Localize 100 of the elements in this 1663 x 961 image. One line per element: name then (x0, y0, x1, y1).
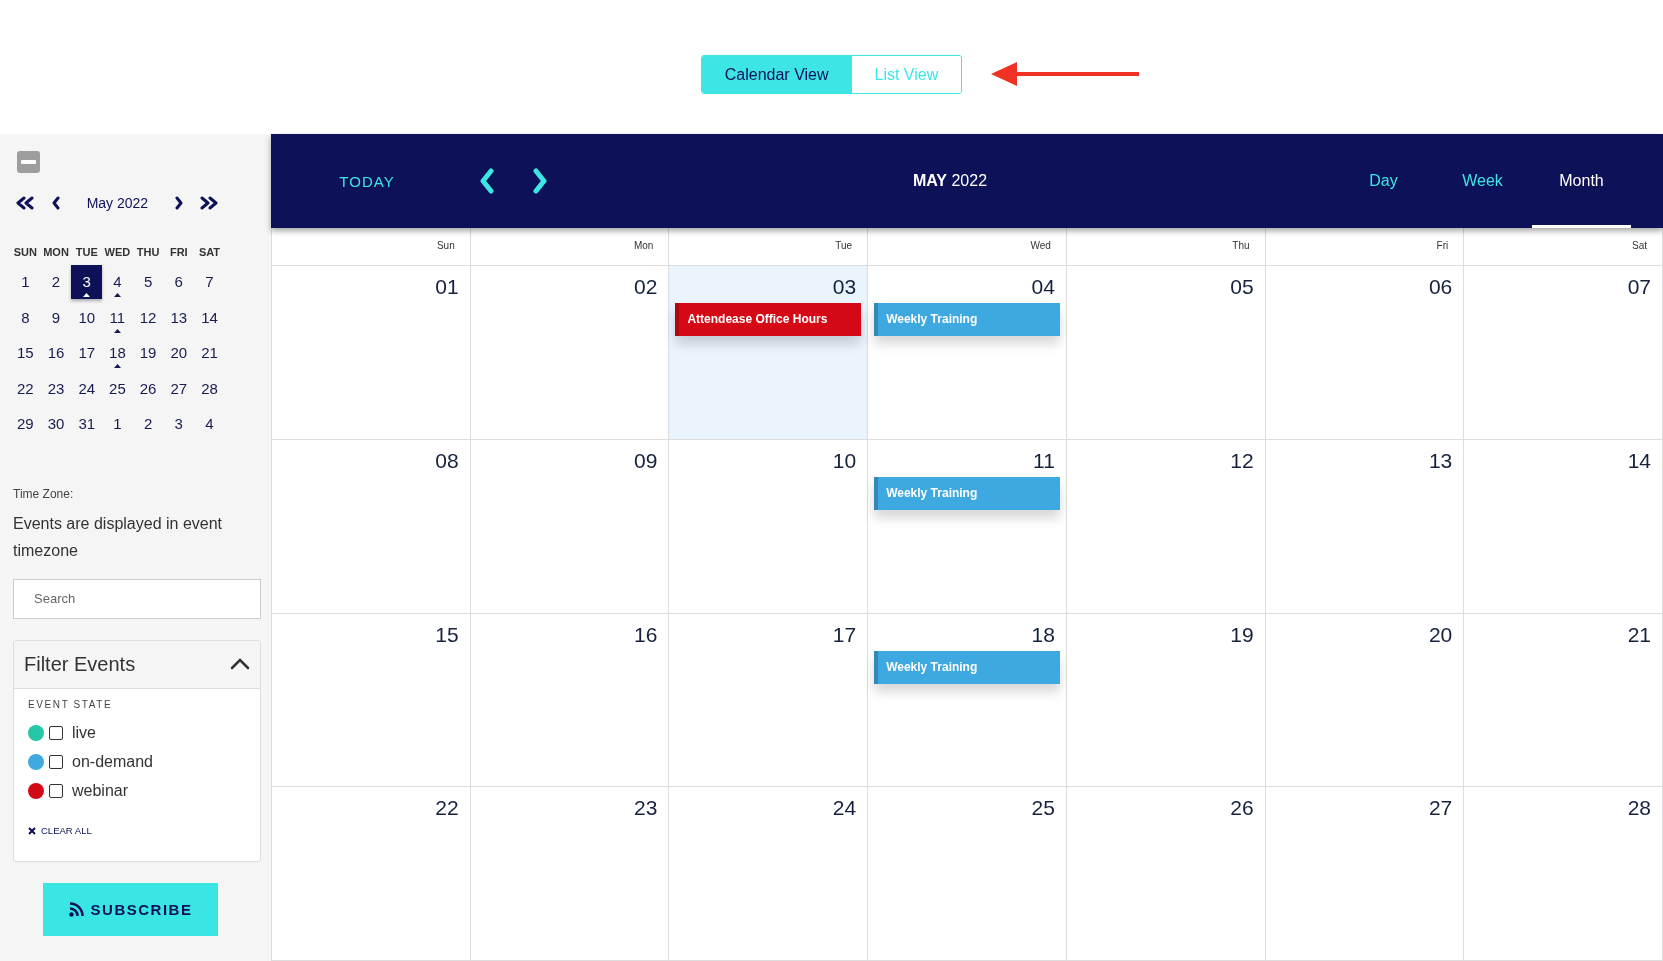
chevron-left-icon (479, 168, 495, 194)
calendar-day[interactable]: 30 (40, 407, 72, 442)
day-number: 26 (1230, 797, 1254, 820)
day-number: 28 (1627, 797, 1651, 820)
calendar-day[interactable]: 20 (163, 336, 195, 371)
month-label: May 2022 (86, 195, 149, 211)
day-number: 18 (1031, 623, 1055, 646)
checkbox[interactable] (49, 784, 63, 799)
day-number: 19 (1230, 623, 1254, 646)
calendar-day[interactable]: 2 (40, 265, 72, 299)
calendar-day[interactable]: 27 (163, 371, 195, 406)
double-chevron-left-icon (15, 196, 36, 210)
calendar-day[interactable]: 23 (40, 371, 72, 406)
calendar-day[interactable]: 26 (132, 371, 164, 406)
time-zone-label: Time Zone: (13, 485, 75, 502)
day-number: 05 (1230, 276, 1254, 298)
calendar-day[interactable]: 3 (71, 265, 103, 299)
calendar-day[interactable]: 24 (71, 371, 103, 406)
minus-icon (17, 151, 40, 173)
day-number: 03 (832, 276, 857, 298)
calendar-day[interactable]: 31 (71, 407, 103, 442)
day-number: 16 (634, 623, 658, 646)
day-number: 09 (634, 449, 658, 472)
calendar-day[interactable]: 3 (163, 407, 195, 442)
calendar-day[interactable]: 10 (71, 300, 103, 335)
day-number: 02 (634, 276, 658, 298)
checkbox[interactable] (49, 755, 63, 770)
month-title: MAY 2022 (912, 172, 988, 190)
day-number: 20 (1428, 623, 1453, 646)
day-number: 11 (1033, 449, 1055, 472)
calendar-day[interactable]: 12 (132, 300, 164, 335)
calendar-day[interactable]: 7 (193, 265, 225, 299)
view-tab[interactable]: Month (1532, 134, 1631, 228)
day-number: 24 (832, 797, 857, 820)
day-number: 10 (832, 449, 857, 472)
calendar-day[interactable]: 1 (9, 265, 41, 299)
search-field[interactable]: Search (13, 578, 261, 619)
calendar-day[interactable]: 21 (193, 336, 225, 371)
double-chevron-right-icon (199, 196, 220, 210)
calendar-day[interactable]: 5 (132, 265, 164, 299)
day-number: 25 (1031, 797, 1055, 820)
view-toggle-button[interactable]: Calendar View (701, 56, 852, 93)
calendar-day[interactable]: 4 (193, 407, 225, 442)
previous-year-button[interactable] (15, 196, 36, 210)
day-number: 12 (1230, 449, 1254, 472)
next-month-button[interactable] (173, 196, 184, 210)
left-arrow-icon (991, 62, 1140, 86)
calendar-day[interactable]: 22 (9, 371, 41, 406)
clear-all-link[interactable]: CLEAR ALL (28, 824, 92, 837)
day-number: 23 (634, 797, 658, 820)
filter-option-label: live (72, 724, 96, 743)
calendar-day[interactable]: 17 (71, 336, 103, 371)
day-number: 27 (1428, 797, 1453, 820)
calendar-day[interactable]: 28 (193, 371, 225, 406)
day-number: 21 (1627, 623, 1651, 646)
calendar-day[interactable]: 11 (101, 300, 133, 335)
calendar-day[interactable]: 6 (163, 265, 195, 299)
close-icon (28, 826, 36, 835)
day-number: 14 (1627, 449, 1651, 472)
day-number: 06 (1428, 276, 1453, 298)
rss-icon (68, 901, 84, 917)
chevron-right-icon (532, 168, 548, 194)
view-tab[interactable]: Day (1334, 134, 1433, 228)
day-number: 13 (1428, 449, 1453, 472)
collapse-button[interactable] (17, 151, 40, 173)
calendar-day[interactable]: 4 (101, 265, 133, 299)
event-bar[interactable]: Attendease Office Hours (675, 303, 862, 336)
day-number: 17 (832, 623, 857, 646)
time-zone-text: Events are displayed in event timezone (13, 513, 223, 561)
calendar-day[interactable]: 15 (9, 336, 41, 371)
subscribe-button[interactable]: SUBSCRIBE (43, 882, 218, 936)
calendar-day[interactable]: 18 (101, 336, 133, 371)
day-number: 01 (435, 276, 459, 298)
weekday-label: WED (103, 245, 132, 260)
calendar-day[interactable]: 9 (40, 300, 72, 335)
chevron-right-icon (173, 196, 184, 210)
checkbox[interactable] (49, 726, 63, 741)
filter-header[interactable]: Filter Events (14, 640, 260, 689)
calendar-day[interactable]: 2 (132, 407, 164, 442)
calendar-day[interactable]: 14 (193, 300, 225, 335)
calendar-day[interactable]: 16 (40, 336, 72, 371)
previous-month-button[interactable] (51, 196, 62, 210)
calendar-day[interactable]: 29 (9, 407, 41, 442)
calendar-day[interactable]: 19 (132, 336, 164, 371)
weekday-label: FRI (168, 245, 189, 260)
chevron-left-icon (51, 196, 62, 210)
weekday-label: TUE (74, 245, 99, 260)
filter-option-label: on-demand (72, 753, 153, 772)
calendar-day[interactable]: 13 (163, 300, 195, 335)
day-number: 15 (435, 623, 459, 646)
day-number: 22 (435, 797, 459, 820)
day-number: 04 (1031, 276, 1055, 298)
calendar-day[interactable]: 25 (101, 371, 133, 406)
weekday-label: SAT (197, 245, 222, 260)
next-year-button[interactable] (199, 196, 220, 210)
view-tab[interactable]: Week (1433, 134, 1532, 228)
calendar-day[interactable]: 1 (101, 407, 133, 442)
today-button[interactable]: TODAY (297, 161, 437, 201)
calendar-day[interactable]: 8 (9, 300, 41, 335)
day-number: 08 (435, 449, 459, 472)
